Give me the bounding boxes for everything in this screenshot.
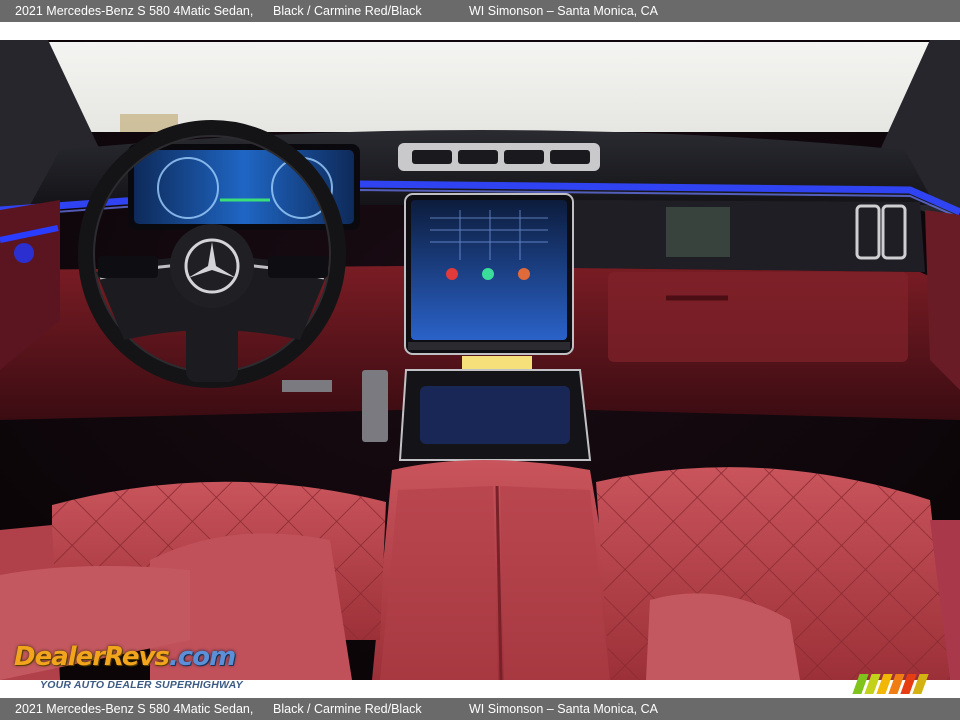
brand-stripes-logo bbox=[852, 674, 934, 694]
interior-photo bbox=[0, 40, 960, 680]
vehicle-model-text: 2021 Mercedes-Benz S 580 4Matic Sedan, bbox=[15, 4, 254, 18]
logo-text-suffix: .com bbox=[168, 642, 236, 672]
header-caption-bar: 2021 Mercedes-Benz S 580 4Matic Sedan, B… bbox=[0, 0, 960, 22]
vehicle-model-text: 2021 Mercedes-Benz S 580 4Matic Sedan, bbox=[15, 702, 254, 716]
dealerrevs-watermark: DealerRevs.com YOUR AUTO DEALER SUPERHIG… bbox=[8, 626, 268, 691]
interior-illustration bbox=[0, 40, 960, 680]
footer-caption-bar: 2021 Mercedes-Benz S 580 4Matic Sedan, B… bbox=[0, 698, 960, 720]
dealerrevs-logo: DealerRevs.com bbox=[14, 642, 236, 672]
dealer-name-text: WI Simonson – Santa Monica, CA bbox=[469, 702, 658, 716]
dealer-name-text: WI Simonson – Santa Monica, CA bbox=[469, 4, 658, 18]
logo-text-primary: DealerRevs bbox=[14, 642, 170, 672]
vehicle-colors-text: Black / Carmine Red/Black bbox=[273, 4, 422, 18]
vehicle-colors-text: Black / Carmine Red/Black bbox=[273, 702, 422, 716]
watermark-tagline: YOUR AUTO DEALER SUPERHIGHWAY bbox=[40, 679, 243, 691]
